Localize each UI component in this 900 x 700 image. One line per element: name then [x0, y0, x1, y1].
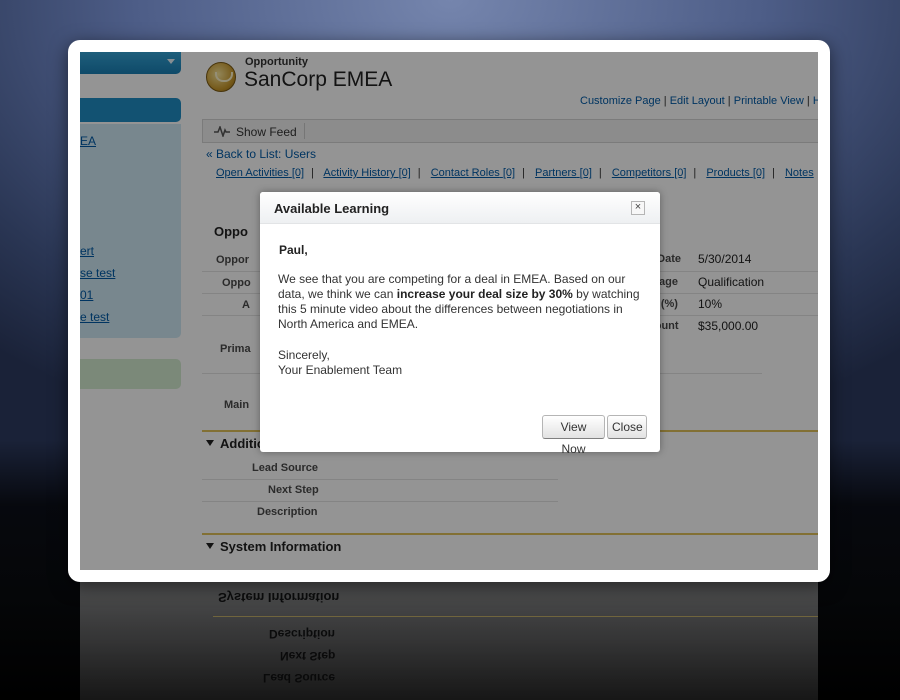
- screen: EA ert se test 01 e test Opportunity San…: [80, 52, 818, 570]
- reflection-system-info: System Information: [218, 590, 340, 605]
- reflection-description: Description: [269, 627, 336, 641]
- reflection-lead-source: Lead Source: [263, 671, 336, 685]
- window-reflection: System Information Description Next Step…: [68, 582, 830, 700]
- close-icon[interactable]: ×: [631, 201, 645, 215]
- view-now-button[interactable]: View Now: [542, 415, 605, 456]
- dialog-message: We see that you are competing for a deal…: [278, 272, 640, 331]
- reflection-rule: [213, 616, 818, 617]
- dialog-greeting: Paul,: [279, 243, 308, 257]
- dialog-header: Available Learning ×: [260, 192, 660, 224]
- close-button[interactable]: Close: [607, 415, 647, 439]
- reflection-next-step: Next Step: [280, 649, 336, 663]
- dialog-title: Available Learning: [274, 201, 390, 216]
- window-frame: EA ert se test 01 e test Opportunity San…: [68, 40, 830, 582]
- learning-dialog: Available Learning × Paul, We see that y…: [260, 192, 660, 456]
- dialog-signoff: Sincerely, Your Enablement Team: [278, 348, 403, 377]
